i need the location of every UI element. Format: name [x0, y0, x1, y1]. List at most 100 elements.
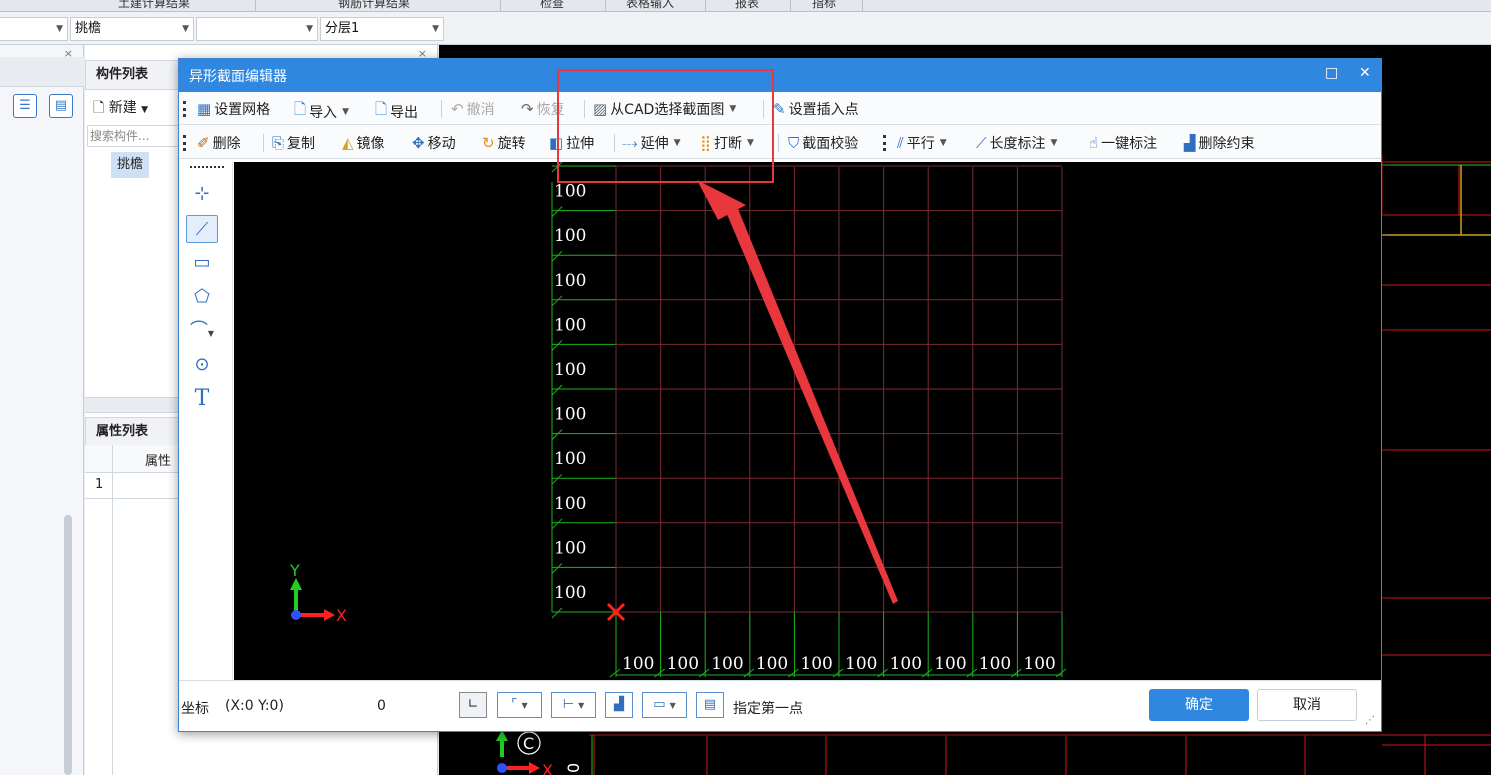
arc-tool-icon[interactable]: ⌒▼	[186, 317, 218, 345]
grid-column-tick-mark	[788, 668, 799, 678]
point-tool-icon[interactable]: ⊹	[186, 180, 218, 208]
move-button[interactable]: ✥ 移动	[412, 133, 456, 153]
resize-grip-icon[interactable]: ⋰	[1365, 715, 1375, 726]
component-list-title: 构件列表	[85, 60, 185, 90]
polygon-tool-icon[interactable]: ⬠	[186, 283, 218, 311]
arrow-right-icon	[324, 609, 335, 621]
section-drawing-canvas[interactable]: 100 100 100 100 100 100 100 100 100 100 100 100 100 1…	[234, 162, 1381, 680]
component-list-item[interactable]: 挑檐	[111, 152, 149, 178]
delete-button[interactable]: ✐ 删除	[197, 133, 241, 153]
component-subtype-select[interactable]: ▼	[196, 17, 318, 41]
parallel-button[interactable]: ⫽ 平行 ▼	[897, 133, 947, 153]
layer-mode-icon[interactable]: ▟	[605, 692, 633, 718]
section-editor-dialog: 异形截面编辑器 □ ✕ ▦ 设置网格 🗋 导入 ▼ 🗋 导出 ↶ 撤消 ↷ 恢复 ▨ 从CAD…	[178, 58, 1382, 732]
dimension-mode-dropdown[interactable]: ⊢ ▼	[551, 692, 596, 718]
grid-column-label: 100	[800, 654, 832, 674]
extend-label: 延伸	[640, 136, 669, 152]
set-grid-button[interactable]: ▦ 设置网格	[197, 99, 270, 119]
import-label: 导入	[309, 104, 338, 121]
extend-button[interactable]: ⤏ 延伸 ▼	[622, 133, 681, 153]
dialog-titlebar[interactable]: 异形截面编辑器 □ ✕	[179, 59, 1381, 92]
stretch-label: 拉伸	[566, 136, 595, 152]
import-button[interactable]: 🗋 导入 ▼	[294, 99, 349, 124]
menu-report[interactable]: 报表	[735, 0, 759, 11]
delete-label: 删除	[212, 136, 241, 152]
angle-value: 0	[377, 698, 386, 714]
mirror-button[interactable]: ◭ 镜像	[342, 133, 385, 153]
check-section-button[interactable]: ⛉ 截面校验	[788, 133, 858, 153]
property-list-title: 属性列表	[85, 417, 185, 447]
length-dimension-button[interactable]: ⟋ 长度标注 ▼	[976, 133, 1057, 153]
toolbar-grip[interactable]	[883, 135, 886, 151]
menu-check[interactable]: 检查	[540, 0, 564, 11]
grid-view-icon[interactable]: ▤	[49, 94, 73, 118]
toolbar-separator	[263, 134, 264, 152]
set-insert-point-button[interactable]: ✎ 设置插入点	[773, 99, 859, 119]
undo-label: 撤消	[466, 102, 495, 118]
rotate-button[interactable]: ↻ 旋转	[482, 133, 526, 153]
grid-column-tick-mark	[1055, 668, 1067, 678]
status-hint: 指定第一点	[733, 701, 803, 717]
menu-index[interactable]: 指标	[812, 0, 836, 11]
select-from-cad-button[interactable]: ▨ 从CAD选择截面图 ▼	[593, 99, 736, 119]
auto-dimension-icon: ☝	[1089, 134, 1099, 152]
component-type-select[interactable]: 挑檐 ▼	[70, 17, 194, 41]
circle-tool-icon[interactable]: ⊙	[186, 351, 218, 379]
menu-civil-results[interactable]: 土建计算结果	[118, 0, 190, 11]
ok-button[interactable]: 确定	[1149, 689, 1249, 721]
menu-separator	[605, 0, 606, 11]
display-icon: ▭	[653, 697, 666, 712]
property-table-row[interactable]: 1	[85, 473, 180, 499]
redo-button[interactable]: ↷ 恢复	[521, 99, 565, 119]
grid-column-label: 100	[845, 654, 877, 674]
move-label: 移动	[427, 136, 456, 152]
parallel-icon: ⫽	[897, 134, 904, 152]
menu-table-input[interactable]: 表格输入	[626, 0, 674, 11]
toolbar-grip[interactable]	[183, 135, 186, 151]
list-view-icon[interactable]: ☰	[13, 94, 37, 118]
chevron-down-icon: ▼	[306, 24, 313, 34]
rectangle-tool-icon[interactable]: ▭	[186, 249, 218, 277]
settings-mode-icon[interactable]: ▤	[696, 692, 724, 718]
dialog-toolbar-primary: ▦ 设置网格 🗋 导入 ▼ 🗋 导出 ↶ 撤消 ↷ 恢复 ▨ 从CAD选择截面图 ▼ ✎ 设置插入…	[179, 92, 1381, 125]
toolbar-grip[interactable]	[183, 101, 186, 117]
chevron-down-icon: ▼	[182, 24, 189, 34]
grid-column-label: 100	[756, 654, 788, 674]
text-tool-icon[interactable]: T	[186, 385, 218, 413]
orthogonal-mode-icon[interactable]: ∟	[459, 692, 487, 718]
cancel-button[interactable]: 取消	[1257, 689, 1357, 721]
toolbar-separator	[763, 100, 764, 118]
close-icon[interactable]: ✕	[1359, 65, 1371, 81]
layer-select[interactable]: 分层1 ▼	[320, 17, 444, 41]
export-button[interactable]: 🗋 导出	[375, 99, 418, 124]
break-button[interactable]: ⣿ 打断 ▼	[700, 133, 754, 153]
panel-grip[interactable]	[190, 166, 224, 168]
snap-mode-dropdown[interactable]: ⌜ ▼	[497, 692, 542, 718]
break-icon: ⣿	[700, 134, 711, 152]
stretch-button[interactable]: ◧ 拉伸	[549, 133, 594, 153]
maximize-icon[interactable]: □	[1325, 65, 1338, 81]
import-icon: 🗋	[294, 100, 307, 118]
set-insert-point-label: 设置插入点	[788, 102, 859, 118]
component-search-input[interactable]: 搜索构件...	[87, 125, 179, 147]
new-component-button[interactable]: 🗋 新建 ▼	[93, 97, 148, 121]
auto-dimension-button[interactable]: ☝ 一键标注	[1089, 133, 1157, 153]
mirror-label: 镜像	[356, 136, 385, 152]
menu-separator	[500, 0, 501, 11]
insert-point-icon: ✎	[773, 100, 786, 118]
delete-constraint-button[interactable]: ▟ 删除约束	[1184, 133, 1255, 153]
chevron-down-icon: ▼	[141, 105, 149, 115]
arrow-right-icon	[529, 762, 540, 774]
undo-button[interactable]: ↶ 撤消	[451, 99, 495, 119]
scrollbar[interactable]	[64, 515, 72, 775]
grid-column-tick-mark	[654, 668, 665, 678]
navigation-panel: × ☰ ▤	[0, 45, 84, 775]
floor-select[interactable]: ▼	[0, 17, 68, 41]
menu-rebar-results[interactable]: 钢筋计算结果	[338, 0, 410, 11]
chevron-down-icon: ▼	[729, 104, 737, 114]
grid-column-tick-mark	[743, 668, 755, 678]
copy-button[interactable]: ⎘ 复制	[272, 133, 315, 153]
property-table-header: 属性	[85, 445, 180, 473]
display-mode-dropdown[interactable]: ▭ ▼	[642, 692, 687, 718]
line-tool-icon[interactable]: ⟋	[186, 215, 218, 243]
